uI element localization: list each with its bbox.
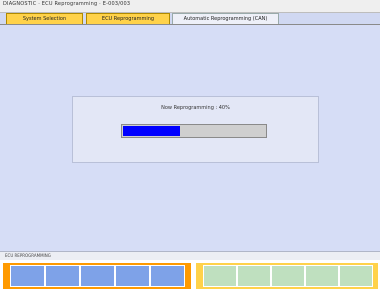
function-key-f4[interactable] xyxy=(115,265,150,287)
title-bar: DIAGNOSTIC · ECU Reprogramming · E-003/0… xyxy=(0,0,380,13)
function-key-f2[interactable] xyxy=(45,265,80,287)
progress-dialog: Now Reprogramming : 40% xyxy=(72,96,319,163)
function-key-f10[interactable] xyxy=(339,265,373,287)
progress-fill xyxy=(123,126,180,136)
progress-message: Now Reprogramming : 40% xyxy=(161,105,230,111)
function-key-f3[interactable] xyxy=(80,265,115,287)
tab-label: Automatic Reprogramming (CAN) xyxy=(183,16,268,22)
main-content: Now Reprogramming : 40% xyxy=(0,25,380,251)
function-key-f9[interactable] xyxy=(305,265,339,287)
tab-label: System Selection xyxy=(22,16,67,22)
status-bar: ECU REPROGRAMMING xyxy=(0,251,380,260)
function-key-f6[interactable] xyxy=(203,265,237,287)
function-key-f5[interactable] xyxy=(150,265,185,287)
tab-row: System Selection ECU Reprogramming Autom… xyxy=(0,13,380,25)
function-key-f1[interactable] xyxy=(10,265,45,287)
tab-label: ECU Reprogramming xyxy=(101,16,155,22)
function-key-f7[interactable] xyxy=(237,265,271,287)
function-key-f8[interactable] xyxy=(271,265,305,287)
window-title: DIAGNOSTIC · ECU Reprogramming · E-003/0… xyxy=(3,1,131,7)
progress-bar xyxy=(121,124,267,138)
function-key-bar xyxy=(0,260,380,289)
status-text: ECU REPROGRAMMING xyxy=(5,253,51,258)
